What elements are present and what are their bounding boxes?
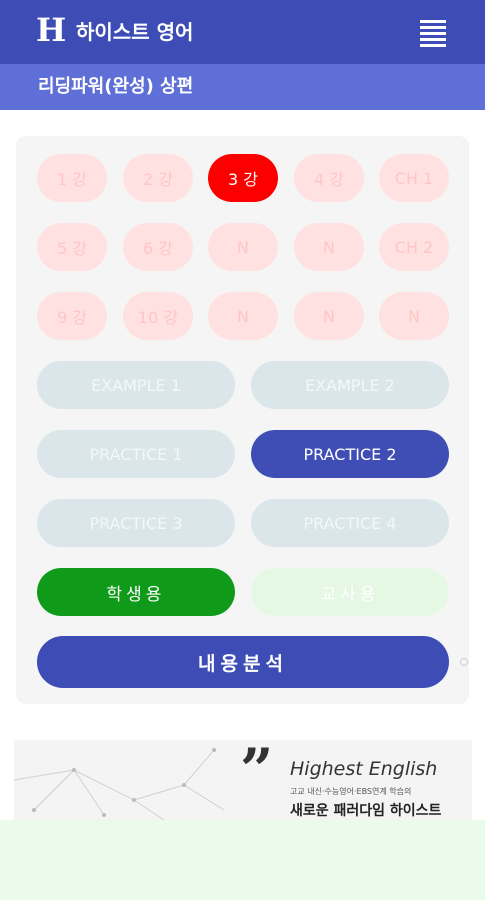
- chapter-button[interactable]: CH 2: [379, 223, 449, 271]
- lesson-button[interactable]: 9 강: [37, 292, 107, 340]
- lesson-button[interactable]: N: [208, 292, 278, 340]
- lesson-panel: [16, 136, 469, 704]
- lesson-button[interactable]: 5 강: [37, 223, 107, 271]
- app-header: H 하이스트 영어: [0, 0, 485, 64]
- lesson-button[interactable]: 4 강: [294, 154, 364, 202]
- lesson-button[interactable]: N: [294, 292, 364, 340]
- banner-subtitle: 새로운 패러다임 하이스트: [290, 803, 442, 819]
- lesson-button[interactable]: N: [208, 223, 278, 271]
- book-title: 리딩파워(완성) 상편: [38, 76, 194, 97]
- lesson-button[interactable]: N: [379, 292, 449, 340]
- bottom-ad-area: [0, 820, 485, 900]
- example-2-button[interactable]: EXAMPLE 2: [251, 361, 449, 409]
- quote-mark-icon: ”: [240, 740, 274, 804]
- teacher-mode-button[interactable]: 교사용: [251, 568, 449, 616]
- student-mode-button[interactable]: 학생용: [37, 568, 235, 616]
- app-title: 하이스트 영어: [76, 20, 194, 44]
- hamburger-menu-icon[interactable]: [420, 20, 448, 47]
- app-logo: H: [36, 11, 67, 49]
- scroll-indicator: [460, 658, 468, 666]
- banner-caption: 고교 내신·수능영어·EBS연계 학습의: [290, 787, 412, 796]
- example-1-button[interactable]: EXAMPLE 1: [37, 361, 235, 409]
- practice-4-button[interactable]: PRACTICE 4: [251, 499, 449, 547]
- lesson-button[interactable]: 10 강: [123, 292, 193, 340]
- lesson-button[interactable]: 2 강: [123, 154, 193, 202]
- practice-3-button[interactable]: PRACTICE 3: [37, 499, 235, 547]
- chapter-button[interactable]: CH 1: [379, 154, 449, 202]
- lesson-button-active[interactable]: 3 강: [208, 154, 278, 202]
- practice-1-button[interactable]: PRACTICE 1: [37, 430, 235, 478]
- banner-title: Highest English: [290, 758, 438, 780]
- lesson-button[interactable]: 1 강: [37, 154, 107, 202]
- lesson-button[interactable]: N: [294, 223, 364, 271]
- promo-banner[interactable]: ” Highest English 고교 내신·수능영어·EBS연계 학습의 새…: [14, 740, 472, 820]
- practice-2-button[interactable]: PRACTICE 2: [251, 430, 449, 478]
- content-analysis-button[interactable]: 내용분석: [37, 636, 449, 688]
- subheader: 리딩파워(완성) 상편: [0, 64, 485, 110]
- lesson-button[interactable]: 6 강: [123, 223, 193, 271]
